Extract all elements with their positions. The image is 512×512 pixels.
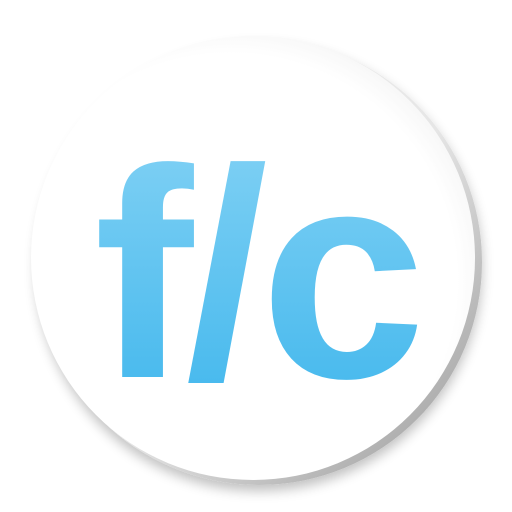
icon-canvas: f/c: [0, 0, 512, 512]
app-icon-graphic: f/c: [31, 36, 482, 485]
icon-glyph-text: f/c: [94, 108, 418, 441]
fc-app-icon[interactable]: f/c: [0, 0, 512, 512]
